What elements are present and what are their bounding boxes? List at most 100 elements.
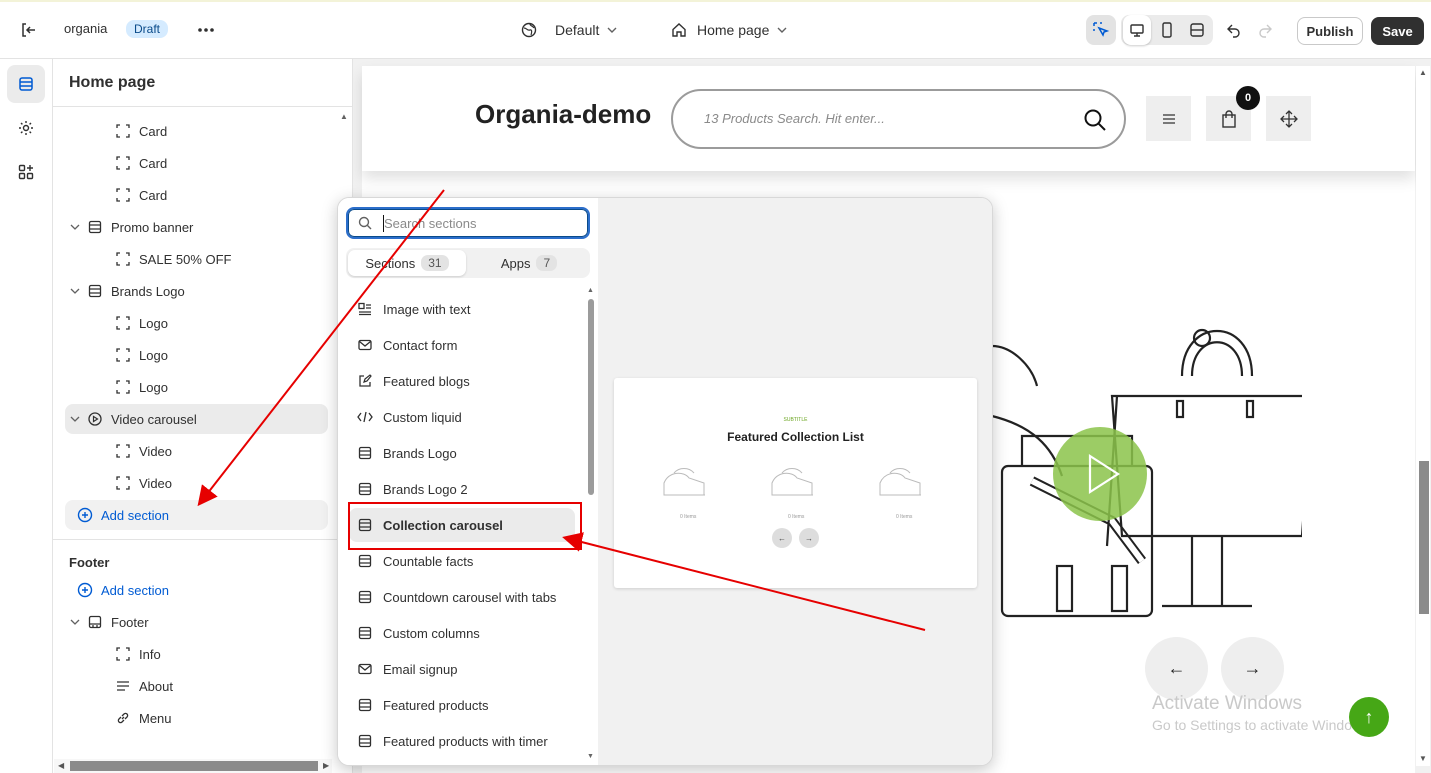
scrollbar-thumb[interactable] <box>70 761 318 771</box>
publish-button[interactable]: Publish <box>1297 17 1363 45</box>
section-icon <box>356 554 374 568</box>
save-button[interactable]: Save <box>1371 17 1424 45</box>
scrollbar-thumb[interactable] <box>588 299 594 495</box>
section-option[interactable]: Custom columns <box>349 616 575 650</box>
preview-item-label: 0 Items <box>788 514 805 520</box>
section-option[interactable]: Custom liquid <box>349 400 575 434</box>
left-rail <box>0 59 53 773</box>
section-option-label: Contact form <box>383 337 458 353</box>
sidebar-section-row[interactable]: Promo banner <box>65 212 328 242</box>
sidebar-row-label: Menu <box>139 710 172 726</box>
chevron-down-icon[interactable] <box>69 416 81 422</box>
sidebar-block-row[interactable]: SALE 50% OFF <box>65 244 328 274</box>
preview-vertical-scrollbar[interactable]: ▲ ▼ <box>1416 66 1430 766</box>
section-option[interactable]: Email signup <box>349 652 575 686</box>
block-icon <box>115 379 131 395</box>
back-to-top-button[interactable]: ↑ <box>1349 697 1389 737</box>
settings-gear-icon[interactable] <box>7 109 45 147</box>
code-icon <box>356 410 374 424</box>
sidebar-block-row[interactable]: Logo <box>65 308 328 338</box>
sidebar-horizontal-scrollbar[interactable]: ◀ ▶ <box>54 759 332 773</box>
scroll-up-icon[interactable]: ▲ <box>587 287 594 294</box>
search-sections-input[interactable]: Search sections <box>346 207 590 239</box>
fullscreen-icon[interactable] <box>1183 15 1211 45</box>
section-option[interactable]: Brands Logo <box>349 436 575 470</box>
redo-icon[interactable] <box>1250 15 1280 45</box>
section-icon <box>87 283 103 299</box>
inspector-icon[interactable] <box>1086 15 1116 45</box>
scroll-down-icon[interactable]: ▼ <box>587 753 594 760</box>
chevron-down-icon[interactable] <box>69 619 81 625</box>
sidebar-block-row[interactable]: Video <box>65 468 328 498</box>
sidebar-block-row[interactable]: Menu <box>65 703 328 733</box>
section-option[interactable]: Contact form <box>349 328 575 362</box>
move-icon[interactable] <box>1266 96 1311 141</box>
section-icon <box>356 446 374 460</box>
scroll-up-icon[interactable]: ▲ <box>1419 68 1427 77</box>
desktop-icon[interactable] <box>1123 15 1151 45</box>
add-section-button[interactable]: Add section <box>65 500 328 530</box>
scrollbar-thumb[interactable] <box>1419 461 1429 614</box>
chevron-down-icon[interactable] <box>69 288 81 294</box>
section-option-label: Custom columns <box>383 625 480 641</box>
edit-icon <box>356 374 374 388</box>
tab-apps[interactable]: Apps 7 <box>470 250 588 276</box>
section-option[interactable]: Featured blogs <box>349 364 575 398</box>
sidebar-row-label: Card <box>139 155 168 171</box>
sidebar-block-row[interactable]: Logo <box>65 372 328 402</box>
mobile-icon[interactable] <box>1153 15 1181 45</box>
sections-icon[interactable] <box>7 65 45 103</box>
sidebar-block-row[interactable]: Card <box>65 148 328 178</box>
top-bar: organia Draft Default Home page Publish … <box>0 0 1431 59</box>
store-logo[interactable]: Organia-demo <box>475 99 651 130</box>
apps-icon[interactable] <box>7 153 45 191</box>
block-icon <box>115 315 131 331</box>
sidebar-block-row[interactable]: Card <box>65 116 328 146</box>
tab-apps-label: Apps <box>500 255 531 271</box>
tab-sections[interactable]: Sections 31 <box>348 250 466 276</box>
section-option[interactable]: Countdown carousel with tabs <box>349 580 575 614</box>
sidebar-row-label: Promo banner <box>111 219 194 235</box>
section-option[interactable]: Featured products with timer <box>349 724 575 758</box>
sidebar-block-row[interactable]: Logo <box>65 340 328 370</box>
chevron-down-icon[interactable] <box>69 224 81 230</box>
footer-group-heading: Footer <box>69 555 110 570</box>
search-icon[interactable] <box>1083 108 1107 135</box>
exit-icon[interactable] <box>13 15 43 45</box>
sidebar-block-row[interactable]: Video <box>65 436 328 466</box>
section-option[interactable]: Brands Logo 2 <box>349 472 575 506</box>
section-option[interactable]: Featured products <box>349 688 575 722</box>
scroll-right-icon[interactable]: ▶ <box>323 761 329 770</box>
footer-add-section-button[interactable]: Add section <box>65 575 328 605</box>
hero-prev-button[interactable]: ← <box>1145 637 1208 700</box>
sidebar-row-label: Logo <box>139 315 168 331</box>
preview-item-label: 0 Items <box>896 514 913 520</box>
page-selector[interactable]: Home page <box>671 22 787 38</box>
sidebar-block-row[interactable]: Info <box>65 639 328 669</box>
tab-apps-count: 7 <box>536 255 558 271</box>
section-option-label: Featured products <box>383 697 489 713</box>
more-icon[interactable] <box>191 15 221 45</box>
theme-selector[interactable]: Default <box>521 22 617 38</box>
block-icon <box>115 187 131 203</box>
store-search-input[interactable]: 13 Products Search. Hit enter... <box>671 89 1126 149</box>
image-text-icon <box>356 302 374 316</box>
menu-icon[interactable] <box>1146 96 1191 141</box>
scroll-left-icon[interactable]: ◀ <box>58 761 64 770</box>
sidebar-block-row[interactable]: Card <box>65 180 328 210</box>
sidebar-section-row[interactable]: Brands Logo <box>65 276 328 306</box>
section-list-scrollbar[interactable]: ▲ ▼ <box>586 287 596 764</box>
sidebar-section-row[interactable]: Footer <box>65 607 328 637</box>
scroll-down-icon[interactable]: ▼ <box>1419 754 1427 763</box>
section-icon <box>87 219 103 235</box>
undo-icon[interactable] <box>1219 15 1249 45</box>
section-option[interactable]: Image with text <box>349 292 575 326</box>
sidebar-block-row[interactable]: About <box>65 671 328 701</box>
scroll-up-icon[interactable]: ▲ <box>340 112 348 121</box>
sidebar-section-row[interactable]: Video carousel <box>65 404 328 434</box>
preview-item-label: 0 Items <box>680 514 697 520</box>
globe-icon <box>521 22 537 38</box>
play-icon <box>87 411 103 427</box>
play-button[interactable] <box>1053 427 1147 521</box>
hero-next-button[interactable]: → <box>1221 637 1284 700</box>
